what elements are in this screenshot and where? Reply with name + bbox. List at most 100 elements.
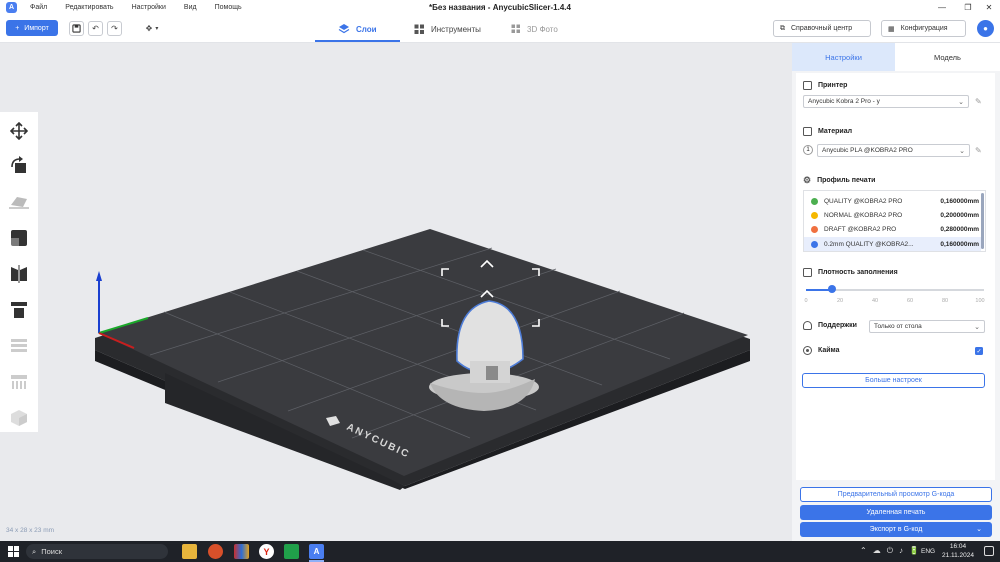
- profile-title: Профиль печати: [817, 177, 876, 184]
- file-explorer-icon[interactable]: [182, 544, 197, 559]
- supports-select[interactable]: Только от стола ⌄: [869, 320, 985, 333]
- menu-file[interactable]: Файл: [30, 4, 47, 11]
- clock-time[interactable]: 16:04: [944, 543, 972, 550]
- windows-start-icon[interactable]: [8, 546, 19, 557]
- supports-icon: [803, 321, 812, 330]
- remote-print-button[interactable]: Удаленная печать: [800, 505, 992, 520]
- material-title: Материал: [818, 128, 853, 135]
- brim-title: Кайма: [818, 347, 840, 354]
- profile-list[interactable]: QUALITY @KOBRA2 PRO 0,160000mm NORMAL @K…: [803, 190, 986, 252]
- material-value: Anycubic PLA @KOBRA2 PRO: [822, 147, 913, 154]
- layers-split-icon[interactable]: [9, 336, 29, 356]
- browser-icon[interactable]: [208, 544, 223, 559]
- keyboard-language[interactable]: ENG: [921, 548, 935, 555]
- quality-icon: [811, 197, 818, 205]
- grid-icon: [414, 24, 424, 34]
- supports-section-header: Поддержки: [803, 321, 857, 330]
- move-icon[interactable]: [9, 121, 29, 141]
- taskbar-search-box[interactable]: ⌕ Поиск: [26, 544, 168, 559]
- config-button[interactable]: ▦ Конфигурация: [881, 20, 966, 37]
- tab-model[interactable]: Модель: [895, 43, 1000, 71]
- 3d-viewport[interactable]: ANYCUBIC: [0, 43, 792, 541]
- export-gcode-label: Экспорт в G-код: [869, 526, 923, 533]
- photo-grid-icon: [511, 24, 520, 33]
- menu-settings[interactable]: Настройки: [132, 4, 166, 11]
- profile-scrollbar[interactable]: [981, 193, 984, 249]
- help-center-label: Справочный центр: [791, 25, 853, 32]
- undo-icon[interactable]: ↶: [88, 21, 103, 36]
- plus-icon: +: [15, 24, 20, 32]
- notification-icon[interactable]: [984, 546, 994, 556]
- profile-section-header: ⚙ Профиль печати: [803, 175, 875, 186]
- infill-tick-label: 80: [941, 298, 949, 304]
- draft-icon: [811, 225, 818, 233]
- printer-icon: [803, 81, 812, 90]
- more-settings-button[interactable]: Больше настроек: [802, 373, 985, 388]
- gear-icon: ⚙: [803, 175, 812, 185]
- save-icon[interactable]: [69, 21, 84, 36]
- tab-tools[interactable]: Инструменты: [414, 15, 481, 43]
- import-button[interactable]: + Импорт: [6, 20, 58, 36]
- preview-gcode-button[interactable]: Предварительный просмотр G-кода: [800, 487, 992, 502]
- edit-material-icon[interactable]: ✎: [975, 146, 982, 155]
- search-icon: ⌕: [32, 546, 37, 556]
- tab-layers[interactable]: Слои: [338, 15, 377, 43]
- infill-tick-label: 60: [906, 298, 914, 304]
- brim-checkbox[interactable]: ✓: [975, 347, 983, 355]
- tab-3d-photo[interactable]: 3D Фото: [511, 15, 558, 43]
- supports-value: Только от стола: [874, 323, 922, 330]
- view-mode-dropdown[interactable]: ✥ ▾: [139, 21, 165, 36]
- material-section-header: Материал: [803, 127, 852, 136]
- lay-flat-icon[interactable]: [9, 192, 29, 212]
- printer-section-header: Принтер: [803, 81, 847, 90]
- build-plate-scene: ANYCUBIC: [95, 229, 750, 490]
- menu-help[interactable]: Помощь: [215, 4, 242, 11]
- taskbar-search-label: Поиск: [41, 547, 62, 556]
- material-select[interactable]: Anycubic PLA @KOBRA2 PRO ⌄: [817, 144, 970, 157]
- config-label: Конфигурация: [900, 25, 948, 32]
- menu-view[interactable]: Вид: [184, 4, 197, 11]
- chevron-down-icon: ⌄: [974, 324, 980, 331]
- app-icon[interactable]: [234, 544, 249, 559]
- cut-icon[interactable]: [9, 300, 29, 320]
- main-toolbar: + Импорт ↶ ↷ ✥ ▾ Слои Инструменты 3D Фот…: [0, 15, 1000, 43]
- scale-icon[interactable]: [9, 228, 29, 248]
- anycubic-slicer-icon[interactable]: A: [309, 544, 324, 559]
- support-paint-icon[interactable]: [9, 372, 29, 392]
- title-bar: A Файл Редактировать Настройки Вид Помощ…: [0, 0, 1000, 15]
- profile-row[interactable]: QUALITY @KOBRA2 PRO 0,160000mm: [804, 194, 981, 208]
- tab-settings[interactable]: Настройки: [792, 43, 895, 71]
- help-center-button[interactable]: ⧉ Справочный центр: [773, 20, 871, 37]
- profile-value: 0,160000mm: [940, 240, 979, 248]
- close-icon[interactable]: ✕: [978, 0, 1000, 15]
- infill-tick-label: 40: [871, 298, 879, 304]
- user-avatar-icon[interactable]: ●: [977, 20, 994, 37]
- printer-select[interactable]: Anycubic Kobra 2 Pro - у ⌄: [803, 95, 969, 108]
- edit-printer-icon[interactable]: ✎: [975, 97, 982, 106]
- clock-date[interactable]: 21.11.2024: [940, 552, 976, 559]
- redo-icon[interactable]: ↷: [107, 21, 122, 36]
- restore-icon[interactable]: ❐: [957, 0, 979, 15]
- hollow-cube-icon[interactable]: [9, 408, 29, 428]
- profile-row[interactable]: NORMAL @KOBRA2 PRO 0,200000mm: [804, 208, 981, 222]
- normal-icon: [811, 211, 818, 219]
- yandex-icon[interactable]: Y: [259, 544, 274, 559]
- profile-name: DRAFT @KOBRA2 PRO: [824, 225, 897, 233]
- mirror-icon[interactable]: [9, 264, 29, 284]
- infill-tick-label: 20: [836, 298, 844, 304]
- export-gcode-button[interactable]: Экспорт в G-код ⌄: [800, 522, 992, 537]
- sheets-icon[interactable]: [284, 544, 299, 559]
- profile-row[interactable]: DRAFT @KOBRA2 PRO 0,280000mm: [804, 222, 981, 236]
- infill-section-header: Плотность заполнения: [803, 268, 898, 277]
- tray-icons[interactable]: ⌃☁⏻♪🔋: [860, 546, 925, 556]
- menu-edit[interactable]: Редактировать: [65, 4, 113, 11]
- rotate-icon[interactable]: [9, 155, 29, 175]
- minimize-icon[interactable]: —: [931, 0, 953, 15]
- app-logo-icon: A: [6, 2, 17, 13]
- model-dimensions: 34 x 28 x 23 mm: [6, 527, 55, 534]
- profile-row-selected[interactable]: 0.2mm QUALITY @KOBRA2... 0,160000mm: [804, 237, 981, 251]
- chevron-down-icon[interactable]: ⌄: [976, 525, 982, 533]
- chevron-down-icon: ▾: [155, 26, 159, 32]
- view-cube-icon: ✥: [145, 24, 153, 33]
- supports-title: Поддержки: [818, 322, 857, 329]
